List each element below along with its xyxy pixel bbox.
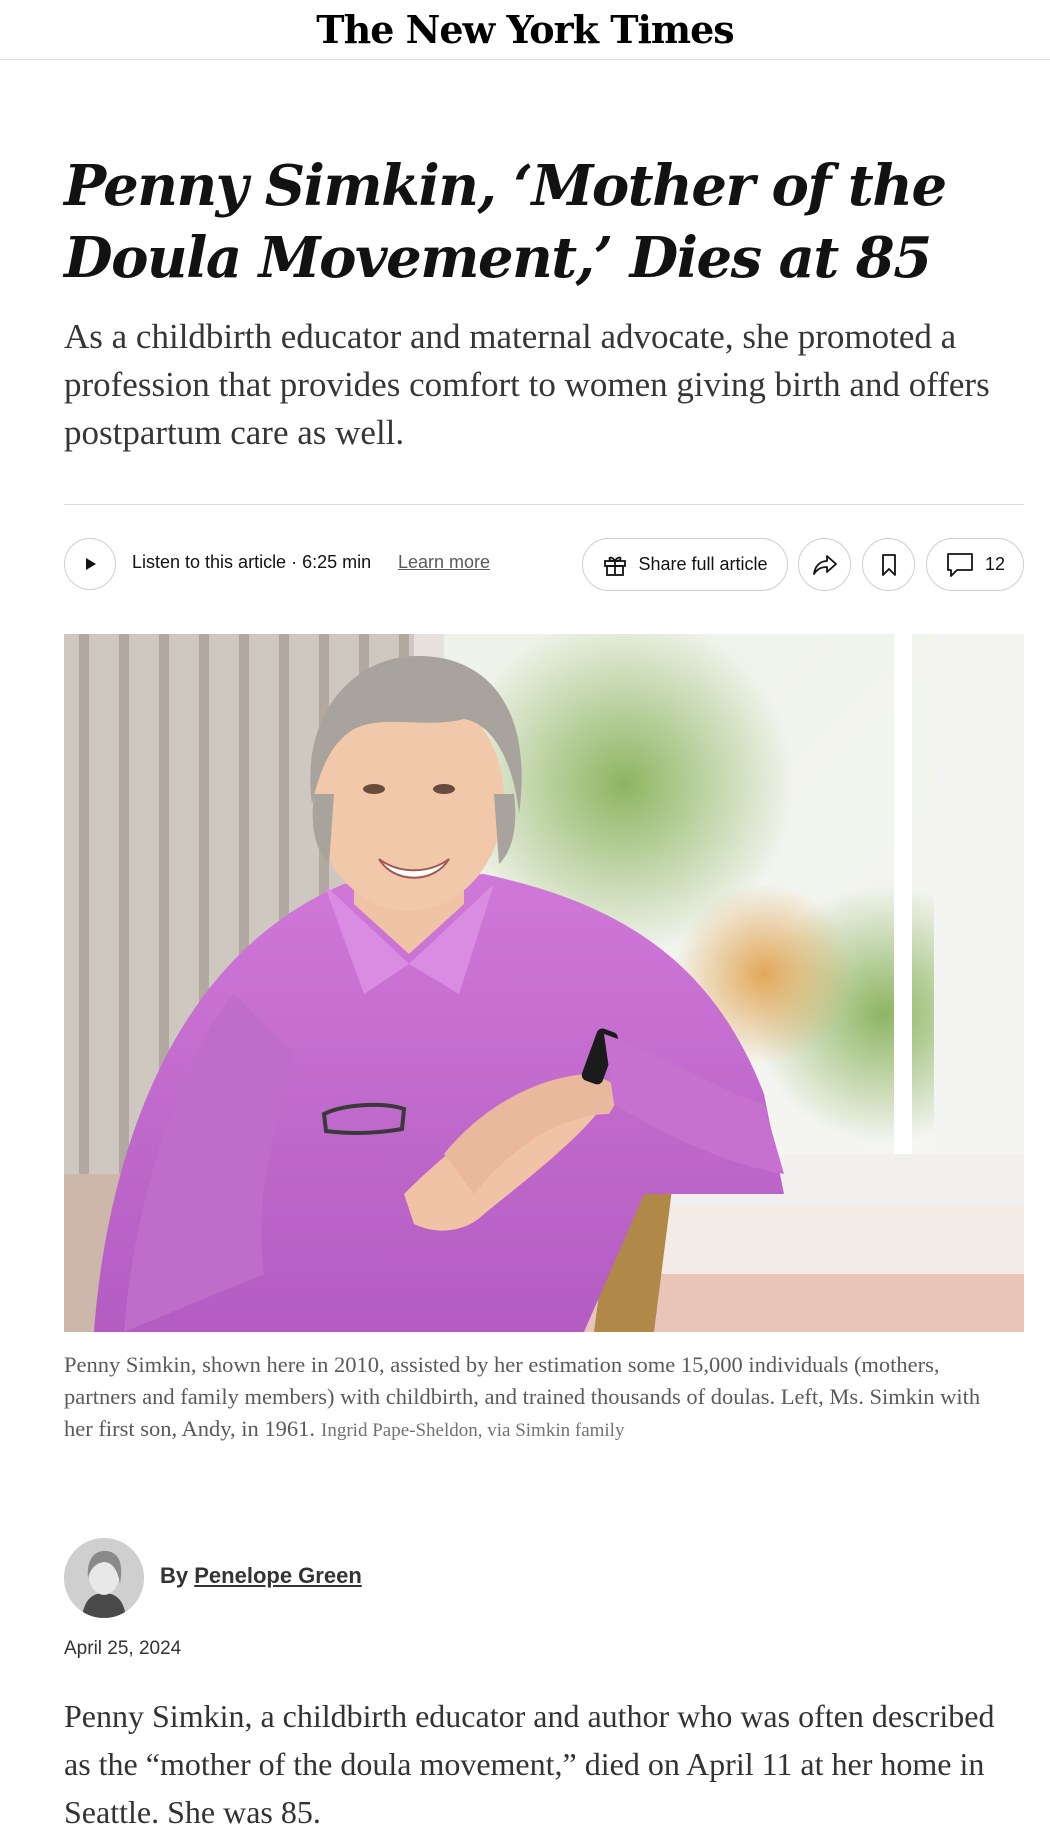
share-full-article-label: Share full article [638,554,768,574]
lead-photo-illustration [64,634,1024,1332]
article-headline: Penny Simkin, ‘Mother of the Doula Movem… [64,153,947,291]
share-button[interactable] [798,538,851,591]
save-bookmark-button[interactable] [862,538,915,591]
nyt-logo[interactable]: The New York Times [316,7,734,52]
gift-icon [604,556,627,576]
byline-prefix: By [160,1563,189,1588]
lead-photo[interactable] [64,634,1024,1332]
comment-count: 12 [984,554,1006,574]
publish-date: April 25, 2024 [64,1638,182,1659]
learn-more-link[interactable]: Learn more [398,552,490,573]
divider [64,504,1024,505]
comments-button[interactable]: 12 [926,538,1024,591]
article-summary: As a childbirth educator and maternal ad… [64,317,990,452]
share-full-article-button[interactable]: Share full article [582,538,788,591]
author-link[interactable]: Penelope Green [194,1563,362,1588]
comment-icon [947,552,973,577]
play-icon [86,558,96,570]
author-avatar[interactable] [64,1538,144,1618]
photo-caption: Penny Simkin, shown here in 2010, assist… [64,1349,994,1447]
author-avatar-image [64,1538,144,1618]
share-arrow-icon [812,554,837,575]
byline: By Penelope Green [160,1563,362,1589]
article-body-paragraph: Penny Simkin, a childbirth educator and … [64,1698,995,1830]
photo-credit: Ingrid Pape-Sheldon, via Simkin family [321,1420,625,1441]
article-toolbar: Listen to this article · 6:25 min Learn … [64,537,1024,591]
masthead: The New York Times [0,0,1050,60]
listen-label: Listen to this article · 6:25 min [132,552,372,572]
listen-play-button[interactable] [64,538,116,590]
bookmark-icon [881,553,896,576]
